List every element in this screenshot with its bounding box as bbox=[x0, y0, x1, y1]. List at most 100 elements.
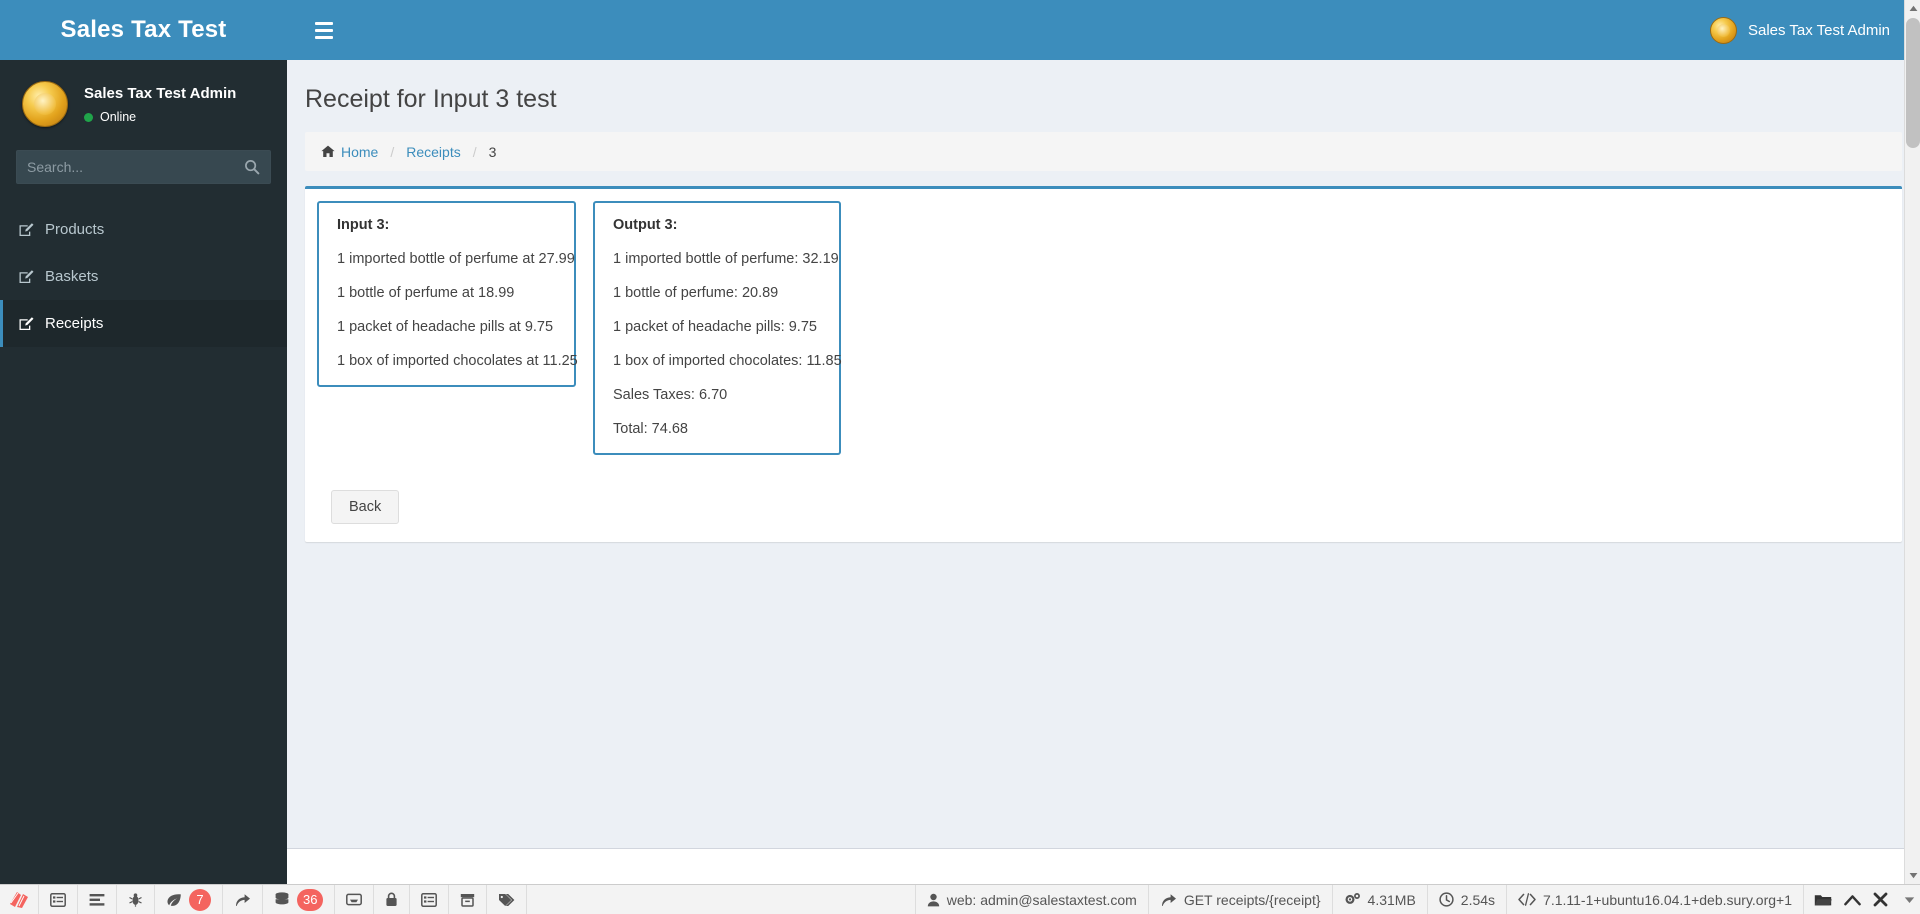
laravel-debugbar-logo-icon bbox=[10, 891, 28, 908]
brand-logo[interactable]: Sales Tax Test bbox=[0, 0, 287, 60]
navbar-user-menu[interactable]: Sales Tax Test Admin bbox=[1709, 16, 1890, 44]
debugbar-queries-badge: 36 bbox=[297, 888, 324, 911]
debugbar-route-label: GET receipts/{receipt} bbox=[1183, 891, 1321, 908]
content-area: Receipt for Input 3 test Home / Receipts… bbox=[287, 60, 1920, 884]
debugbar-time[interactable]: 2.54s bbox=[1428, 885, 1508, 914]
sidebar-item-products[interactable]: Products bbox=[0, 206, 287, 253]
debugbar-exceptions-tab[interactable] bbox=[117, 885, 155, 914]
receipt-box: Input 3: 1 imported bottle of perfume at… bbox=[305, 186, 1902, 542]
receipt-panels: Input 3: 1 imported bottle of perfume at… bbox=[317, 201, 1890, 455]
sidebar-user-name: Sales Tax Test Admin bbox=[84, 85, 237, 102]
output-panel: Output 3: 1 imported bottle of perfume: … bbox=[593, 201, 842, 455]
sidebar-user-status-label: Online bbox=[100, 110, 137, 124]
back-button[interactable]: Back bbox=[331, 490, 400, 524]
input-line: 1 bottle of perfume at 18.99 bbox=[337, 285, 515, 301]
bug-icon bbox=[128, 892, 143, 907]
debugbar-minimize-button[interactable] bbox=[1898, 885, 1920, 914]
debugbar-auth-label: web: admin@salestaxtest.com bbox=[946, 891, 1137, 908]
close-icon[interactable] bbox=[1873, 892, 1888, 907]
debugbar-logo-button[interactable] bbox=[0, 885, 39, 914]
output-line: 1 bottle of perfume: 20.89 bbox=[613, 285, 779, 301]
inbox-icon bbox=[346, 893, 363, 906]
navbar-user-name: Sales Tax Test Admin bbox=[1747, 21, 1890, 39]
code-icon bbox=[1518, 893, 1536, 906]
breadcrumb-receipts-link[interactable]: Receipts bbox=[406, 144, 460, 160]
brand-title: Sales Tax Test bbox=[60, 16, 227, 43]
breadcrumb-current: 3 bbox=[488, 143, 497, 160]
debugbar-route-tab[interactable] bbox=[223, 885, 263, 914]
debugbar-auth-user[interactable]: web: admin@salestaxtest.com bbox=[916, 885, 1149, 914]
list-view-icon bbox=[89, 893, 105, 907]
debugbar-status-group: web: admin@salestaxtest.com GET receipts… bbox=[916, 885, 1920, 914]
clock-icon bbox=[1439, 892, 1454, 907]
debugbar-auth-tab[interactable] bbox=[374, 885, 411, 914]
breadcrumb: Home / Receipts / 3 bbox=[305, 132, 1902, 171]
session-icon bbox=[421, 892, 438, 907]
debugbar-view-tab[interactable] bbox=[78, 885, 117, 914]
avatar bbox=[22, 81, 68, 127]
user-icon bbox=[927, 893, 940, 907]
output-line: 1 imported bottle of perfume: 32.19 bbox=[613, 251, 839, 267]
sidebar-user-status: Online bbox=[84, 110, 236, 124]
pencil-square-icon bbox=[18, 269, 45, 285]
sidebar-item-baskets[interactable]: Baskets bbox=[0, 253, 287, 300]
sidebar-item-label: Baskets bbox=[45, 268, 99, 285]
search-input[interactable] bbox=[17, 151, 234, 183]
scrollbar-down-button[interactable] bbox=[1905, 867, 1920, 884]
output-line-total: Total: 74.68 bbox=[613, 421, 688, 437]
breadcrumb-home-link[interactable]: Home bbox=[321, 144, 378, 160]
database-icon bbox=[274, 892, 290, 907]
search-button[interactable] bbox=[234, 151, 270, 183]
output-line: 1 packet of headache pills: 9.75 bbox=[613, 319, 817, 335]
sidebar-item-label: Receipts bbox=[45, 315, 104, 332]
debugbar-messages-tab[interactable] bbox=[39, 885, 78, 914]
input-line: 1 imported bottle of perfume at 27.99 bbox=[337, 251, 575, 267]
sidebar-item-label: Products bbox=[45, 221, 105, 238]
avatar bbox=[1709, 16, 1737, 44]
chevron-down-icon bbox=[1904, 896, 1914, 903]
hamburger-icon-bar bbox=[315, 28, 333, 32]
debugbar-request-tab[interactable] bbox=[449, 885, 488, 914]
hamburger-icon-bar bbox=[315, 35, 333, 39]
sidebar-item-receipts[interactable]: Receipts bbox=[0, 300, 287, 347]
chevron-up-icon[interactable] bbox=[1844, 894, 1861, 906]
pencil-square-icon bbox=[18, 222, 45, 238]
debugbar-memory-label: 4.31MB bbox=[1367, 891, 1416, 908]
folder-open-icon[interactable] bbox=[1814, 893, 1832, 907]
debugbar-php-label: 7.1.11-1+ubuntu16.04.1+deb.sury.org+1 bbox=[1543, 891, 1792, 908]
hamburger-icon-bar bbox=[315, 21, 333, 25]
debugbar-time-label: 2.54s bbox=[1460, 891, 1496, 908]
messages-icon bbox=[50, 892, 66, 907]
debugbar-php-version[interactable]: 7.1.11-1+ubuntu16.04.1+deb.sury.org+1 bbox=[1507, 885, 1804, 914]
debugbar-events-tab[interactable]: 7 bbox=[155, 885, 223, 914]
debugbar-memory[interactable]: 4.31MB bbox=[1333, 885, 1428, 914]
debugbar-gate-tab[interactable] bbox=[487, 885, 528, 914]
output-line-sales-taxes: Sales Taxes: 6.70 bbox=[613, 387, 728, 403]
online-status-dot bbox=[84, 112, 93, 122]
sidebar-search bbox=[16, 150, 271, 184]
search-icon bbox=[245, 160, 260, 175]
tags-icon bbox=[498, 893, 515, 907]
page-title: Receipt for Input 3 test bbox=[305, 85, 557, 113]
leaf-icon bbox=[166, 893, 182, 907]
debugbar-session-tab[interactable] bbox=[410, 885, 450, 914]
sidebar-toggle-button[interactable] bbox=[301, 0, 347, 60]
debugbar-mails-tab[interactable] bbox=[335, 885, 375, 914]
input-line: 1 box of imported chocolates at 11.25 bbox=[337, 353, 578, 369]
debugbar-spacer bbox=[527, 885, 916, 914]
input-panel-title: Input 3: bbox=[337, 217, 390, 233]
scrollbar-up-button[interactable] bbox=[1905, 0, 1920, 17]
output-panel-title: Output 3: bbox=[613, 217, 678, 233]
debugbar-queries-tab[interactable]: 36 bbox=[263, 885, 336, 914]
page-footer bbox=[287, 848, 1920, 884]
footer-text bbox=[287, 875, 1920, 884]
sidebar-nav: Products Baskets Receipts bbox=[0, 206, 287, 347]
lock-icon bbox=[385, 892, 398, 907]
debugbar-route-status[interactable]: GET receipts/{receipt} bbox=[1149, 885, 1333, 914]
input-panel: Input 3: 1 imported bottle of perfume at… bbox=[317, 201, 578, 387]
scrollbar-thumb[interactable] bbox=[1906, 18, 1920, 148]
output-line: 1 box of imported chocolates: 11.85 bbox=[613, 353, 842, 369]
sidebar-user-panel: Sales Tax Test Admin Online bbox=[0, 60, 287, 148]
page-scrollbar[interactable] bbox=[1904, 0, 1920, 884]
debugbar-events-badge: 7 bbox=[189, 888, 211, 911]
